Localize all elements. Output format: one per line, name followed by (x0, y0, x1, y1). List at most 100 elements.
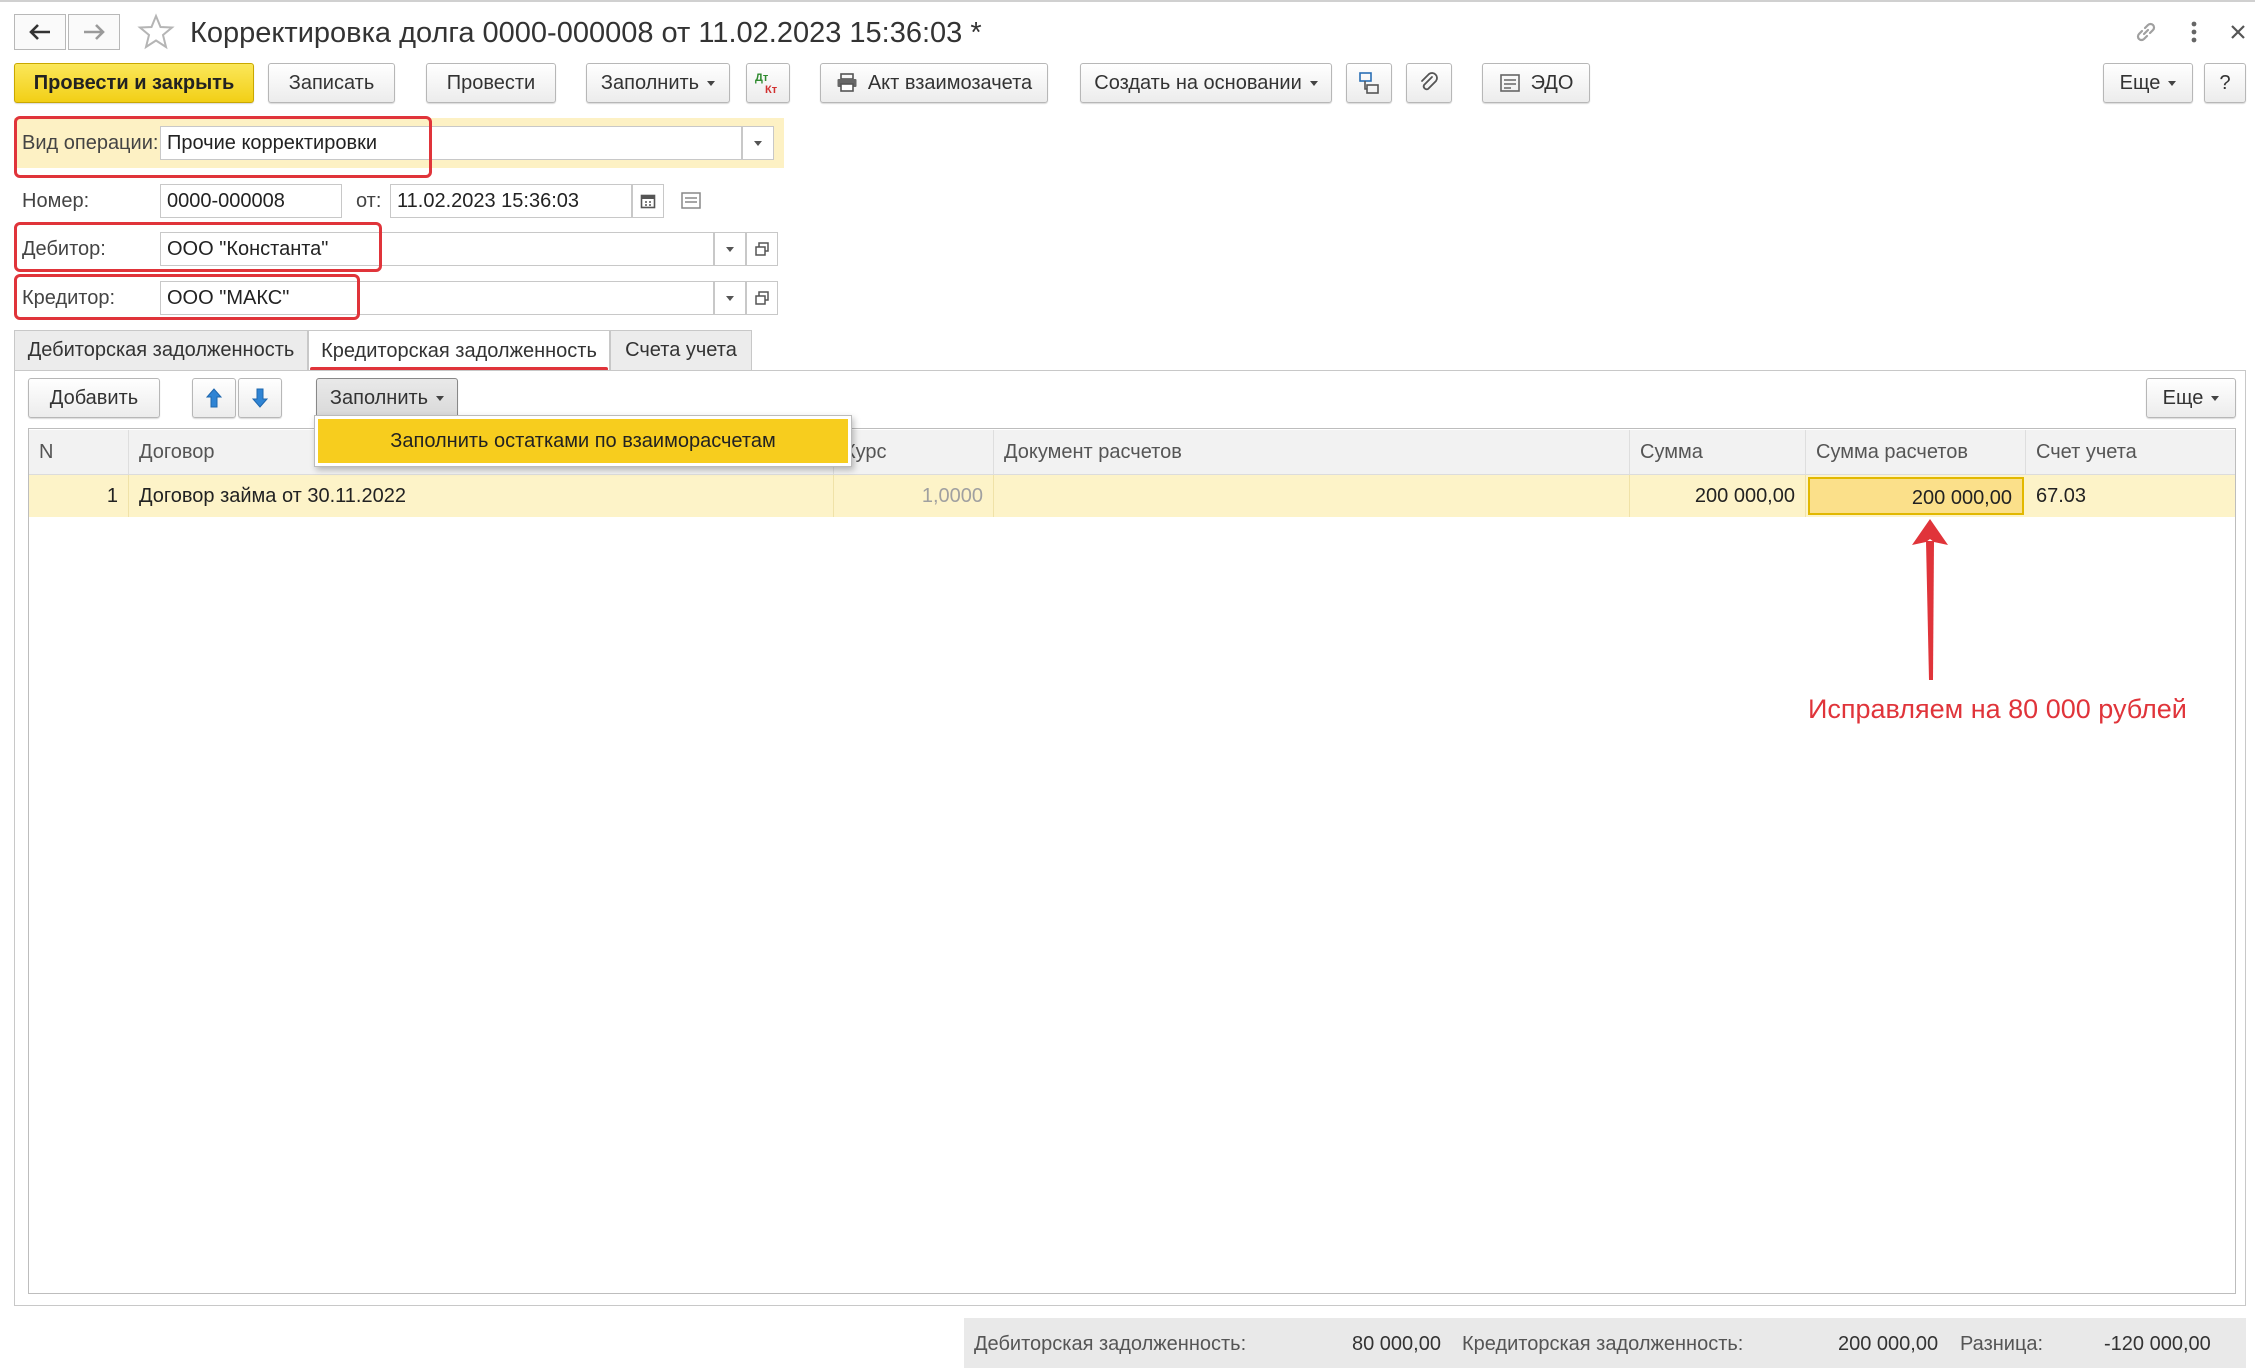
save-label: Записать (288, 71, 375, 94)
edo-label: ЭДО (1530, 71, 1574, 94)
debtor-field[interactable]: ООО "Константа" (160, 232, 714, 266)
fill-button[interactable]: Заполнить (586, 63, 730, 103)
open-window-icon (755, 242, 769, 256)
number-field[interactable]: 0000-000008 (160, 184, 342, 218)
annotation-arrow-shaft (1926, 541, 1934, 680)
move-down-button[interactable] (238, 378, 282, 418)
offset-act-button[interactable]: Акт взаимозачета (820, 63, 1048, 103)
column-header-rate[interactable]: Курс (834, 430, 994, 474)
calendar-button[interactable] (632, 184, 664, 218)
contract-cell[interactable]: Договор займа от 30.11.2022 (129, 475, 834, 517)
operation-type-label: Вид операции: (22, 132, 159, 154)
account-cell[interactable]: 67.03 (2026, 475, 2235, 517)
calendar-icon (640, 194, 656, 209)
debtor-dropdown[interactable] (714, 232, 746, 266)
dropdown-caret-icon (436, 395, 445, 401)
column-header-sum[interactable]: Сумма (1630, 430, 1806, 474)
more-label: Еще (2119, 71, 2161, 94)
annotation-arrow (1912, 519, 1948, 680)
favorite-star-icon[interactable] (136, 12, 176, 52)
forward-button[interactable] (68, 14, 120, 50)
svg-text:Дт: Дт (755, 72, 769, 84)
edo-button[interactable]: ЭДО (1482, 63, 1590, 103)
paperclip-icon (1421, 72, 1438, 91)
debtor-open-button[interactable] (746, 232, 778, 266)
table-more-button[interactable]: Еще (2146, 378, 2236, 418)
debtor-label: Дебитор: (22, 238, 106, 260)
chevron-down-icon (726, 246, 734, 252)
back-button[interactable] (14, 14, 66, 50)
add-row-button[interactable]: Добавить (28, 378, 160, 418)
close-icon[interactable] (2220, 14, 2255, 50)
offset-act-label: Акт взаимозачета (867, 71, 1033, 94)
date-field[interactable]: 11.02.2023 15:36:03 (390, 184, 632, 218)
document-cell[interactable] (994, 475, 1630, 517)
post-button[interactable]: Провести (426, 63, 556, 103)
chevron-down-icon (726, 295, 734, 301)
help-button[interactable]: ? (2204, 63, 2246, 103)
edo-icon (1499, 73, 1521, 93)
footer-credit-value: 200 000,00 (1838, 1333, 1939, 1355)
window-title: Корректировка долга 0000-000008 от 11.02… (190, 17, 982, 49)
more-button[interactable]: Еще (2103, 63, 2193, 103)
footer-debit-label: Дебиторская задолженность: (974, 1333, 1247, 1355)
tab-payables-label: Кредиторская задолженность (321, 339, 597, 362)
structure-button[interactable] (1346, 63, 1392, 103)
chevron-down-icon (754, 140, 762, 146)
creditor-open-button[interactable] (746, 281, 778, 315)
post-and-close-button[interactable]: Провести и закрыть (14, 63, 254, 103)
column-header-account[interactable]: Счет учета (2026, 430, 2235, 474)
settlement-sum-cell[interactable]: 200 000,00 (1808, 477, 2024, 515)
footer-debit-value: 80 000,00 (1352, 1333, 1441, 1355)
creditor-label: Кредитор: (22, 287, 116, 309)
footer-credit-label: Кредиторская задолженность: (1462, 1333, 1744, 1355)
dt-kt-icon: Дт Кт (755, 72, 778, 96)
operation-type-dropdown[interactable] (742, 126, 774, 160)
printer-icon (836, 73, 858, 93)
menu-item-fill-balances-label: Заполнить остатками по взаиморасчетам (390, 430, 776, 452)
column-header-document[interactable]: Документ расчетов (994, 430, 1630, 474)
dropdown-caret-icon (1309, 80, 1318, 86)
rate-cell[interactable]: 1,0000 (834, 475, 994, 517)
tab-payables[interactable]: Кредиторская задолженность (308, 330, 610, 371)
operation-type-field[interactable]: Прочие корректировки (160, 126, 742, 160)
save-button[interactable]: Записать (268, 63, 395, 103)
attachments-button[interactable] (1406, 63, 1452, 103)
column-header-settlement-sum[interactable]: Сумма расчетов (1806, 430, 2026, 474)
arrow-up-icon (205, 388, 223, 408)
menu-item-fill-balances[interactable]: Заполнить остатками по взаиморасчетам (318, 419, 848, 463)
create-based-on-label: Создать на основании (1094, 71, 1302, 94)
creditor-dropdown[interactable] (714, 281, 746, 315)
table-more-label: Еще (2162, 386, 2204, 409)
dropdown-caret-icon (2211, 395, 2220, 401)
tab-receivables[interactable]: Дебиторская задолженность (14, 330, 308, 370)
svg-text:Кт: Кт (765, 84, 778, 96)
footer-diff-value: -120 000,00 (2104, 1333, 2211, 1355)
dropdown-caret-icon (2168, 80, 2177, 86)
more-vertical-icon[interactable] (2176, 14, 2212, 50)
tab-accounts[interactable]: Счета учета (610, 330, 752, 370)
sum-cell[interactable]: 200 000,00 (1630, 475, 1806, 517)
post-and-close-label: Провести и закрыть (33, 71, 235, 94)
create-based-on-button[interactable]: Создать на основании (1080, 63, 1332, 103)
move-up-button[interactable] (192, 378, 236, 418)
footer-diff-label: Разница: (1960, 1333, 2044, 1355)
column-header-n[interactable]: N (29, 430, 129, 474)
date-from-label: от: (356, 190, 382, 212)
add-row-label: Добавить (49, 386, 139, 409)
table-fill-button[interactable]: Заполнить (316, 378, 458, 418)
link-icon[interactable] (2128, 14, 2164, 50)
arrow-right-icon (84, 24, 105, 40)
annotation-text: Исправляем на 80 000 рублей (1808, 694, 2187, 724)
number-label: Номер: (22, 190, 90, 212)
dt-kt-button[interactable]: Дт Кт (746, 63, 790, 103)
arrow-left-icon (29, 24, 50, 40)
post-label: Провести (446, 71, 536, 94)
row-number-cell: 1 (29, 475, 129, 517)
arrow-down-icon (251, 388, 269, 408)
table-fill-label: Заполнить (329, 386, 429, 409)
open-window-icon (755, 291, 769, 305)
creditor-field[interactable]: ООО "МАКС" (160, 281, 714, 315)
tab-receivables-label: Дебиторская задолженность (27, 339, 295, 361)
comment-icon[interactable] (680, 190, 704, 212)
